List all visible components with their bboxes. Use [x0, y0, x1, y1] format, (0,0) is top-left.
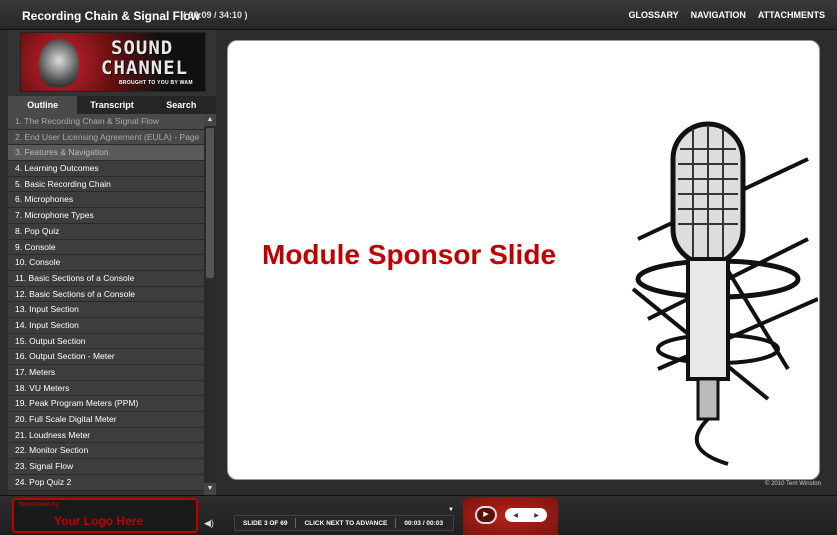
copyright-text: © 2010 Terri Winston	[764, 481, 821, 487]
tab-outline[interactable]: Outline	[8, 96, 78, 114]
scroll-up-icon[interactable]: ▲	[204, 114, 216, 126]
outline-item[interactable]: 19. Peak Program Meters (PPM)	[8, 396, 204, 413]
slide-counter: SLIDE 3 OF 69	[243, 519, 288, 527]
outline-scrollbar[interactable]: ▲ ▼	[204, 114, 216, 495]
scroll-thumb[interactable]	[206, 128, 214, 278]
outline-item[interactable]: 13. Input Section	[8, 302, 204, 318]
outline-item[interactable]: 18. VU Meters	[8, 380, 204, 397]
outline-item[interactable]: 5. Basic Recording Chain	[8, 176, 204, 193]
volume-icon[interactable]: ◀)	[204, 518, 214, 529]
outline-item[interactable]: 17. Meters	[8, 365, 204, 381]
glossary-link[interactable]: GLOSSARY	[628, 10, 678, 20]
logo-line-1: SOUND	[111, 37, 174, 59]
outline-item[interactable]: 22. Monitor Section	[8, 443, 204, 460]
slide-time: 00:03 / 00:03	[404, 519, 444, 527]
outline-item[interactable]: 21. Loudness Meter	[8, 427, 204, 444]
tab-search[interactable]: Search	[147, 96, 216, 114]
slide-title: Module Sponsor Slide	[262, 239, 557, 270]
slide-status-bar: SLIDE 3 OF 69 CLICK NEXT TO ADVANCE 00:0…	[234, 515, 454, 531]
scroll-down-icon[interactable]: ▼	[204, 483, 216, 495]
outline-item[interactable]: 14. Input Section	[8, 317, 204, 334]
outline-item[interactable]: 9. Console	[8, 239, 204, 256]
logo-face-icon	[39, 39, 79, 87]
sponsor-label: Sponsored by:	[19, 502, 62, 508]
outline-item[interactable]: 6. Microphones	[8, 192, 204, 209]
course-title: Recording Chain & Signal Flow	[22, 9, 201, 23]
previous-slide-icon[interactable]: ◀	[513, 512, 518, 519]
outline-item[interactable]: 24. Pop Quiz 2	[8, 474, 204, 491]
player-window: Recording Chain & Signal Flow ( 00:09 / …	[0, 0, 837, 535]
attachments-link[interactable]: ATTACHMENTS	[758, 10, 825, 20]
outline-item[interactable]: 16. Output Section - Meter	[8, 349, 204, 365]
course-time: ( 00:09 / 34:10 )	[183, 10, 248, 20]
logo-line-2: CHANNEL	[101, 57, 189, 79]
outline-item[interactable]: 2. End User Licensing Agreement (EULA) -…	[8, 129, 204, 146]
outline-item[interactable]: 12. Basic Sections of a Console	[8, 286, 204, 303]
navigation-link[interactable]: NAVIGATION	[691, 10, 746, 20]
outline-item[interactable]: 4. Learning Outcomes	[8, 161, 204, 177]
tab-transcript[interactable]: Transcript	[77, 96, 146, 114]
playback-controls: ▶ ◀ ▶	[463, 497, 558, 535]
microphone-illustration	[631, 121, 818, 466]
outline-item[interactable]: 10. Console	[8, 255, 204, 271]
outline-item[interactable]: 11. Basic Sections of a Console	[8, 270, 204, 287]
top-bar: Recording Chain & Signal Flow ( 00:09 / …	[0, 0, 837, 30]
sponsor-logo: Your Logo Here	[54, 514, 144, 528]
outline-item-current[interactable]: 3. Features & Navigation	[8, 145, 204, 162]
sponsor-box: Sponsored by: Your Logo Here	[12, 498, 198, 533]
outline-list: 1. The Recording Chain & Signal Flow 2. …	[8, 114, 204, 495]
top-nav: GLOSSARY NAVIGATION ATTACHMENTS	[628, 10, 825, 20]
progress-marker-icon[interactable]: ▼	[448, 507, 454, 513]
outline-item[interactable]: 1. The Recording Chain & Signal Flow	[8, 114, 204, 130]
outline-item[interactable]: 8. Pop Quiz	[8, 223, 204, 240]
slide-nav-buttons: ◀ ▶	[505, 508, 547, 522]
outline-item[interactable]: 23. Signal Flow	[8, 459, 204, 475]
outline-item[interactable]: 7. Microphone Types	[8, 208, 204, 224]
play-icon[interactable]: ▶	[475, 506, 497, 524]
advance-instruction: CLICK NEXT TO ADVANCE	[304, 519, 388, 527]
outline-item[interactable]: 15. Output Section	[8, 333, 204, 350]
sidebar-tabs: Outline Transcript Search	[8, 96, 216, 114]
slide-canvas: Module Sponsor Slide	[227, 40, 820, 480]
sound-channel-logo: SOUND CHANNEL BROUGHT TO YOU BY WAM	[20, 32, 206, 92]
sidebar: SOUND CHANNEL BROUGHT TO YOU BY WAM Outl…	[8, 30, 216, 495]
outline-item[interactable]: 20. Full Scale Digital Meter	[8, 412, 204, 428]
next-slide-icon[interactable]: ▶	[534, 512, 539, 519]
logo-tagline: BROUGHT TO YOU BY WAM	[119, 80, 193, 86]
